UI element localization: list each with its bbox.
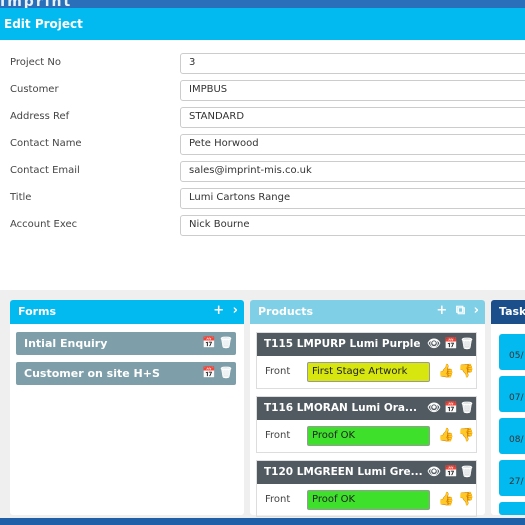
add-form-icon[interactable]: + [213, 303, 224, 318]
product-status-badge[interactable]: Proof OK [307, 426, 430, 446]
address-ref-field[interactable]: STANDARD [180, 107, 525, 128]
forms-panel: Forms + › Intial Enquiry 📅 🗑 Customer on… [10, 300, 244, 515]
task-card[interactable]: 08/ [499, 418, 525, 454]
task-card[interactable]: 27/ [499, 460, 525, 496]
product-title: T120 LMGREEN Lumi Gre... [264, 466, 423, 478]
calendar-icon[interactable]: 📅 [444, 465, 458, 478]
product-title: T116 LMORAN Lumi Ora... [264, 402, 417, 414]
contact-email-label: Contact Email [10, 165, 80, 176]
thumbs-up-icon[interactable]: 👍 [438, 428, 454, 443]
task-card[interactable]: 07/ [499, 376, 525, 412]
task-card[interactable]: 05/ [499, 334, 525, 370]
view-icon[interactable]: 👁 [427, 401, 441, 414]
tasks-panel-title: Tasks [499, 305, 525, 318]
product-card-header[interactable]: T115 LMPURP Lumi Purple 👁 📅 🗑 [257, 333, 476, 356]
address-ref-row: Address Ref STANDARD [0, 107, 525, 129]
trash-icon[interactable]: 🗑 [219, 366, 233, 379]
thumbs-down-icon[interactable]: 👎 [458, 492, 474, 507]
product-card-body: Front First Stage Artwork 👍 👎 [257, 356, 476, 389]
forms-panel-title: Forms [18, 305, 57, 318]
modal-title: Edit Project [0, 8, 525, 40]
title-row: Title Lumi Cartons Range [0, 188, 525, 210]
project-no-label: Project No [10, 57, 61, 68]
task-date: 07/ [509, 393, 524, 403]
title-field[interactable]: Lumi Cartons Range [180, 188, 525, 209]
project-no-field[interactable]: 3 [180, 53, 525, 74]
products-panel-header: Products + ⧉ › [250, 300, 485, 324]
task-date: 05/ [509, 351, 524, 361]
product-side-label: Front [265, 430, 291, 441]
trash-icon[interactable]: 🗑 [460, 337, 474, 350]
account-exec-label: Account Exec [10, 219, 78, 230]
product-card-body: Front Proof OK 👍 👎 [257, 420, 476, 453]
tasks-panel: Tasks 05/ 07/ 08/ 27/ [491, 300, 525, 515]
edit-project-modal: Edit Project Project No 3 Customer IMPBU… [0, 8, 525, 518]
forms-panel-header: Forms + › [10, 300, 244, 324]
form-item[interactable]: Customer on site H+S 📅 🗑 [16, 362, 236, 385]
customer-row: Customer IMPBUS [0, 80, 525, 102]
contact-email-field[interactable]: sales@imprint-mis.co.uk [180, 161, 525, 182]
product-card-body: Front Proof OK 👍 👎 [257, 484, 476, 517]
form-item-label: Customer on site H+S [24, 367, 160, 380]
product-status-badge[interactable]: Proof OK [307, 490, 430, 510]
product-card-header[interactable]: T116 LMORAN Lumi Ora... 👁 📅 🗑 [257, 397, 476, 420]
thumbs-down-icon[interactable]: 👎 [458, 364, 474, 379]
add-product-icon[interactable]: + [436, 303, 447, 318]
thumbs-down-icon[interactable]: 👎 [458, 428, 474, 443]
trash-icon[interactable]: 🗑 [460, 401, 474, 414]
panels-area: Forms + › Intial Enquiry 📅 🗑 Customer on… [0, 290, 525, 518]
title-label: Title [10, 192, 32, 203]
product-side-label: Front [265, 494, 291, 505]
account-exec-row: Account Exec Nick Bourne [0, 215, 525, 237]
contact-name-label: Contact Name [10, 138, 82, 149]
tasks-panel-header: Tasks [491, 300, 525, 324]
calendar-icon[interactable]: 📅 [202, 366, 216, 379]
product-card-header[interactable]: T120 LMGREEN Lumi Gre... 👁 📅 🗑 [257, 461, 476, 484]
background-bottom-bar [0, 518, 525, 525]
product-card: T115 LMPURP Lumi Purple 👁 📅 🗑 Front Firs… [256, 332, 477, 389]
products-panel: Products + ⧉ › T115 LMPURP Lumi Purple 👁… [250, 300, 485, 517]
project-no-row: Project No 3 [0, 53, 525, 75]
products-chevron-right-icon[interactable]: › [474, 303, 479, 318]
forms-chevron-right-icon[interactable]: › [233, 303, 238, 318]
view-icon[interactable]: 👁 [427, 465, 441, 478]
customer-field[interactable]: IMPBUS [180, 80, 525, 101]
product-card: T120 LMGREEN Lumi Gre... 👁 📅 🗑 Front Pro… [256, 460, 477, 517]
product-title: T115 LMPURP Lumi Purple [264, 338, 421, 350]
product-side-label: Front [265, 366, 291, 377]
customer-label: Customer [10, 84, 59, 95]
trash-icon[interactable]: 🗑 [219, 336, 233, 349]
form-item-label: Intial Enquiry [24, 337, 108, 350]
products-panel-title: Products [258, 305, 314, 318]
project-form: Project No 3 Customer IMPBUS Address Ref… [0, 40, 525, 290]
form-item[interactable]: Intial Enquiry 📅 🗑 [16, 332, 236, 355]
contact-email-row: Contact Email sales@imprint-mis.co.uk [0, 161, 525, 183]
task-date: 27/ [509, 477, 524, 487]
calendar-icon[interactable]: 📅 [202, 336, 216, 349]
account-exec-field[interactable]: Nick Bourne [180, 215, 525, 236]
contact-name-row: Contact Name Pete Horwood [0, 134, 525, 156]
contact-name-field[interactable]: Pete Horwood [180, 134, 525, 155]
task-card[interactable] [499, 502, 525, 515]
thumbs-up-icon[interactable]: 👍 [438, 492, 454, 507]
address-ref-label: Address Ref [10, 111, 70, 122]
copy-icon[interactable]: ⧉ [456, 303, 465, 318]
product-status-badge[interactable]: First Stage Artwork [307, 362, 430, 382]
calendar-icon[interactable]: 📅 [444, 401, 458, 414]
thumbs-up-icon[interactable]: 👍 [438, 364, 454, 379]
trash-icon[interactable]: 🗑 [460, 465, 474, 478]
task-date: 08/ [509, 435, 524, 445]
view-icon[interactable]: 👁 [427, 337, 441, 350]
calendar-icon[interactable]: 📅 [444, 337, 458, 350]
product-card: T116 LMORAN Lumi Ora... 👁 📅 🗑 Front Proo… [256, 396, 477, 453]
